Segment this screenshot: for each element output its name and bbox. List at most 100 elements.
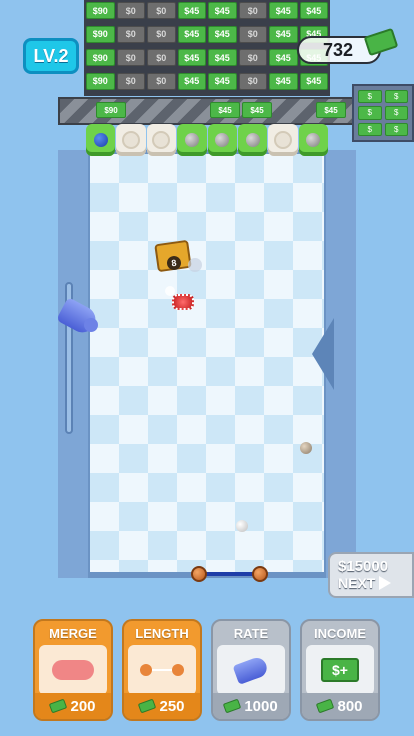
card-title: INCOME <box>314 625 366 641</box>
gray-ball-icon <box>245 133 260 147</box>
conveyor-bill: $45 <box>242 102 272 118</box>
ring-icon <box>122 131 141 149</box>
wall-bill: $0 <box>238 72 267 90</box>
next-price: $15000 <box>338 558 389 575</box>
wall-bill: $0 <box>147 49 176 66</box>
card-cost: 800 <box>302 693 378 719</box>
ball <box>300 442 312 454</box>
ring-icon <box>152 131 171 149</box>
cost-value: 1000 <box>244 697 278 715</box>
merge-balls-icon <box>52 660 94 680</box>
cost-value: 250 <box>159 697 185 715</box>
wall-bill: $45 <box>269 49 298 66</box>
next-label: NEXT <box>338 575 376 591</box>
board-left-wall <box>58 150 88 578</box>
paddle-end-left[interactable] <box>191 566 207 582</box>
cost-value: 800 <box>337 697 363 715</box>
wall-bill: $45 <box>269 25 298 43</box>
card-body: $+ <box>306 645 374 695</box>
conveyor-bill: $45 <box>210 102 240 118</box>
money-icon <box>138 698 157 714</box>
card-body <box>128 645 196 695</box>
brick-block <box>298 124 328 156</box>
wall-bill: $0 <box>147 72 176 90</box>
length-end-icon <box>140 664 152 676</box>
wall-bill: $45 <box>177 72 206 90</box>
paddle-end-right[interactable] <box>252 566 268 582</box>
side-bumper <box>312 318 334 390</box>
conveyor-belt: $90 $45 $45 $45 <box>58 97 354 125</box>
length-upgrade-button[interactable]: LENGTH 250 <box>122 619 202 721</box>
wall-bill: $0 <box>116 72 145 90</box>
merge-upgrade-button[interactable]: MERGE 200 <box>33 619 113 721</box>
wall-bill: $90 <box>86 2 115 19</box>
gray-ball-icon <box>215 133 230 147</box>
card-title: RATE <box>233 625 269 641</box>
paddle-bar[interactable] <box>200 572 258 576</box>
ball <box>236 520 248 532</box>
wall-bill: $0 <box>238 25 267 43</box>
card-cost: 1000 <box>213 693 289 719</box>
brick-block <box>177 124 207 156</box>
wall-bill: $0 <box>116 25 145 43</box>
stack-bill: $ <box>384 106 408 120</box>
cash-stack: $ $ $ $ $ $ <box>352 84 414 142</box>
wall-bill: $0 <box>147 2 176 19</box>
cash-plus-icon: $+ <box>321 658 359 682</box>
money-icon <box>49 698 68 714</box>
income-upgrade-button[interactable]: INCOME $+ 800 <box>300 619 380 721</box>
wall-bill: $0 <box>147 25 176 43</box>
brick-block <box>207 124 237 156</box>
next-level-button[interactable]: $15000 NEXT <box>328 552 414 598</box>
play-board[interactable] <box>90 154 324 572</box>
cost-value: 200 <box>70 697 96 715</box>
stack-bill: $ <box>358 90 382 104</box>
wall-bill: $0 <box>238 49 267 66</box>
wall-bill: $90 <box>86 25 115 43</box>
wall-bill: $45 <box>208 49 237 66</box>
cannon-rate-icon <box>232 655 270 685</box>
card-body <box>217 645 285 695</box>
next-label-row: NEXT <box>338 575 404 591</box>
stack-bill: $ <box>358 106 382 120</box>
wall-bill: $45 <box>269 72 298 90</box>
wall-bill: $0 <box>116 2 145 19</box>
card-body <box>39 645 107 695</box>
ring-icon <box>273 131 292 149</box>
wall-bill: $0 <box>238 2 267 19</box>
card-title: LENGTH <box>135 625 189 641</box>
wall-bill: $0 <box>116 49 145 66</box>
conveyor-bill: $45 <box>316 102 346 118</box>
stack-bill: $ <box>384 122 408 136</box>
cash-amount: 732 <box>323 39 354 60</box>
card-cost: 200 <box>35 693 111 719</box>
wall-bill: $90 <box>86 49 115 66</box>
brick-block <box>146 124 177 156</box>
wall-bill: $45 <box>208 2 237 19</box>
cannon-mouth <box>84 318 98 332</box>
brick-block <box>237 124 268 156</box>
wall-bill: $45 <box>208 25 237 43</box>
wall-bill: $45 <box>208 72 237 90</box>
wall-bill: $45 <box>299 2 328 19</box>
money-icon <box>223 698 242 714</box>
stack-bill: $ <box>358 122 382 136</box>
card-title: MERGE <box>49 625 97 641</box>
wall-bill: $45 <box>177 2 206 19</box>
wall-bill: $90 <box>86 72 115 90</box>
wall-bill: $45 <box>177 49 206 66</box>
length-end-icon <box>172 664 184 676</box>
brick-block <box>116 124 146 156</box>
wall-bill: $45 <box>177 25 206 43</box>
brick-block <box>268 124 298 156</box>
stack-bill: $ <box>384 90 408 104</box>
spiky-powerup-icon <box>172 294 194 310</box>
brick-row <box>86 124 328 156</box>
wall-bill: $45 <box>269 2 298 19</box>
gray-ball-icon <box>184 133 199 147</box>
money-icon <box>363 27 399 57</box>
level-badge: LV.2 <box>23 38 79 74</box>
rate-upgrade-button[interactable]: RATE 1000 <box>211 619 291 721</box>
play-arrow-icon <box>379 576 392 590</box>
money-wall: $90 $0 $0 $45 $45 $0 $45 $45 $90 $0 $0 $45 $45 $0 $45 $… <box>84 0 330 96</box>
